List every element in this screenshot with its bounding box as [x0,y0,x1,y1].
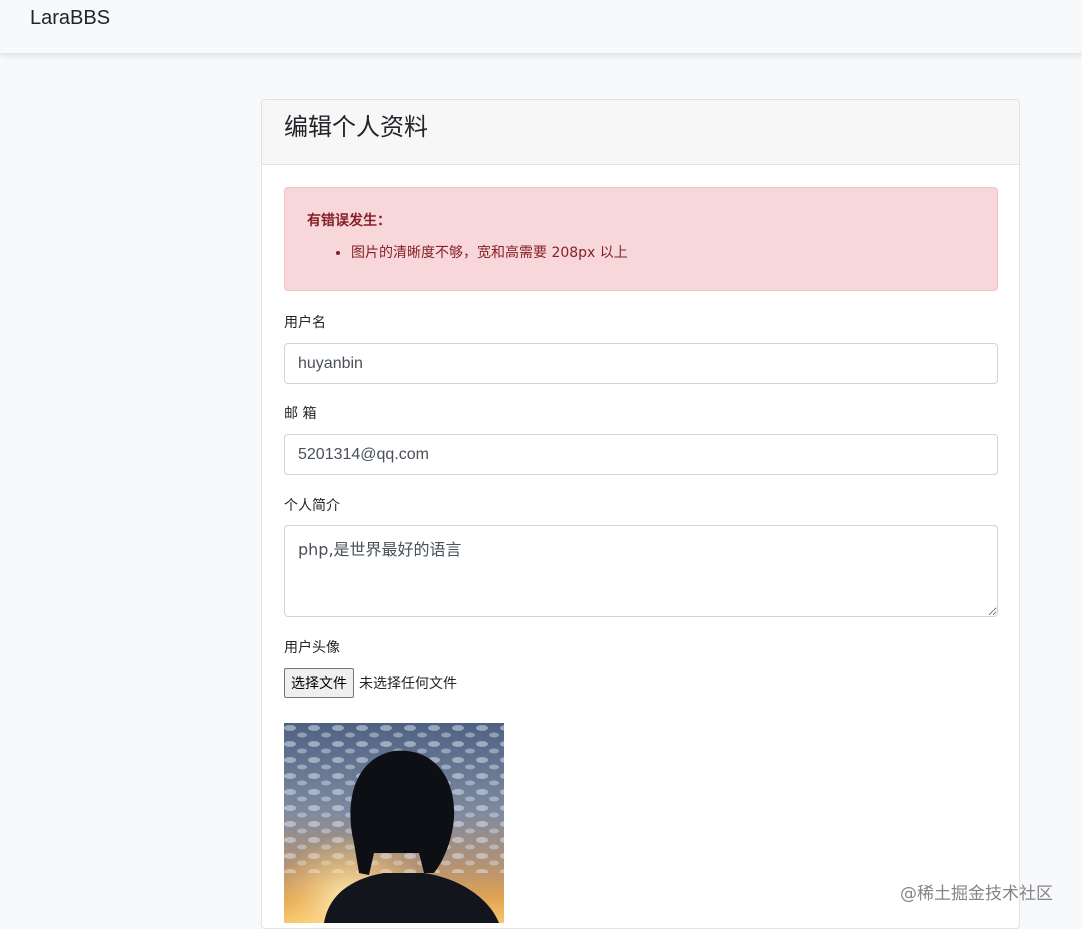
email-label: 邮 箱 [284,406,317,422]
username-label: 用户名 [284,315,326,331]
card-header: 编辑个人资料 [262,100,1019,165]
introduction-textarea[interactable]: php,是世界最好的语言 [284,525,998,617]
brand-link[interactable]: LaraBBS [30,7,110,30]
page-title: 编辑个人资料 [284,113,428,141]
error-list: 图片的清晰度不够，宽和高需要 208px 以上 [307,244,975,262]
avatar-image [284,723,504,923]
email-input[interactable] [284,434,998,475]
choose-file-button[interactable]: 选择文件 [284,668,354,698]
alert-title: 有错误发生： [307,213,391,229]
introduction-label: 个人简介 [284,498,340,514]
error-alert: 有错误发生： 图片的清晰度不够，宽和高需要 208px 以上 [284,187,998,291]
navbar: LaraBBS [0,0,1082,54]
username-input[interactable] [284,343,998,384]
avatar-label: 用户头像 [284,640,340,656]
error-item: 图片的清晰度不够，宽和高需要 208px 以上 [351,244,975,262]
edit-profile-card: 编辑个人资料 有错误发生： 图片的清晰度不够，宽和高需要 208px 以上 用户… [261,99,1020,929]
file-status-text: 未选择任何文件 [359,676,457,692]
avatar-picture [284,723,504,923]
watermark-text: @稀土掘金技术社区 [900,884,1053,904]
file-input[interactable]: 选择文件 未选择任何文件 [284,668,457,698]
